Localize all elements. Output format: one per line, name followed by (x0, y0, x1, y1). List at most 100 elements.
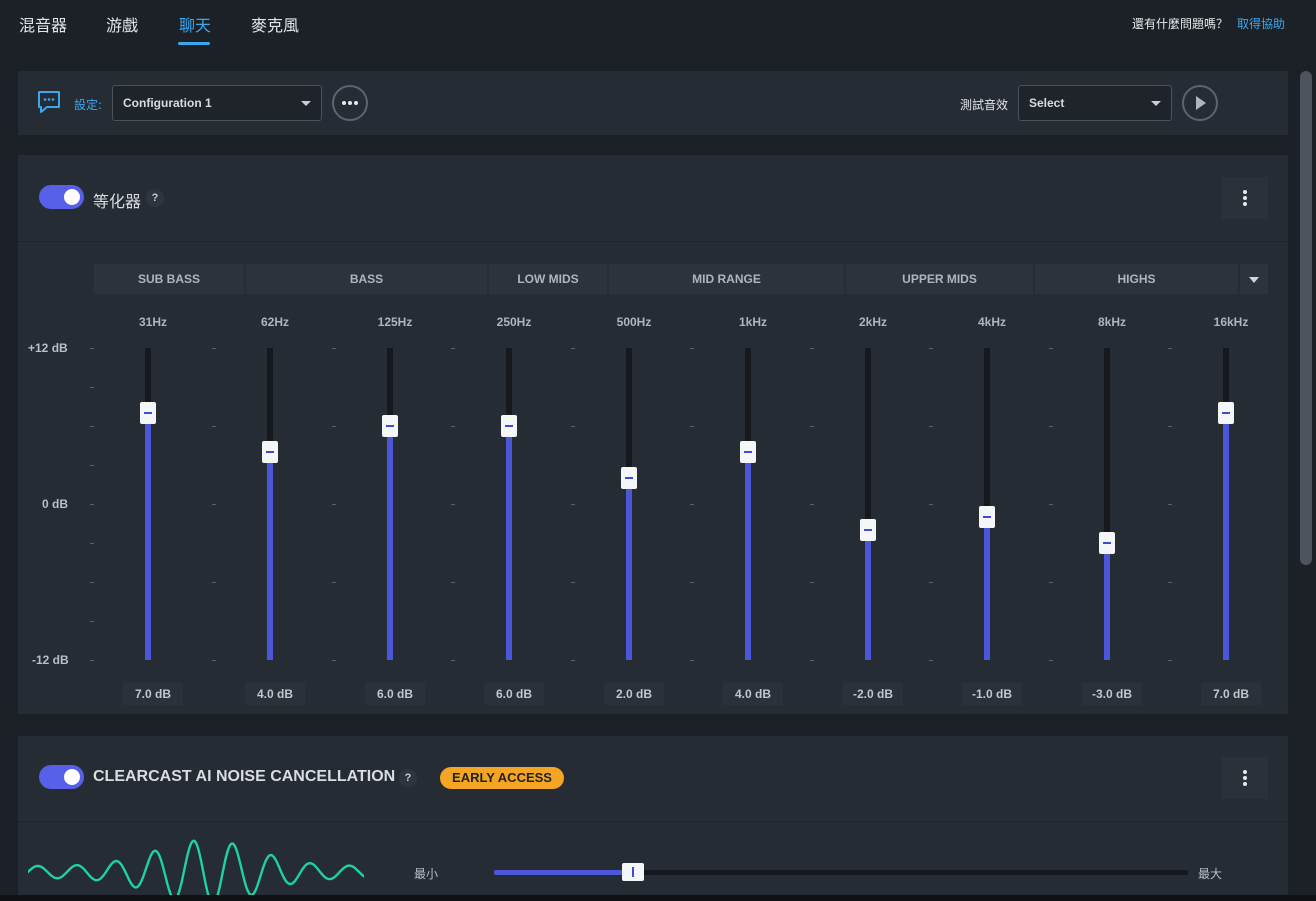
configuration-select[interactable]: Configuration 1 (112, 85, 322, 121)
waveform-icon (28, 839, 364, 897)
eq-slider-handle-16kHz[interactable] (1218, 402, 1234, 424)
eq-scale-tick (451, 426, 455, 427)
eq-scale-tick (212, 660, 216, 661)
play-test-sound-button[interactable] (1182, 85, 1218, 121)
top-nav: 混音器 游戲 聊天 麥克風 還有什麼問題嗎？ 取得協助 (0, 0, 1316, 60)
eq-scale-tick (1049, 504, 1053, 505)
help-question-text: 還有什麼問題嗎？ (1131, 17, 1228, 31)
tab-chat[interactable]: 聊天 (179, 12, 211, 36)
eq-slider-fill (506, 426, 512, 660)
eq-slider-handle-62Hz[interactable] (262, 441, 278, 463)
equalizer-title: 等化器 (93, 192, 142, 211)
get-help-link[interactable]: 取得協助 (1237, 15, 1285, 32)
eq-scale-tick (929, 582, 933, 583)
eq-slider-handle-8kHz[interactable] (1099, 532, 1115, 554)
axis-label-bottom: -12 dB (32, 653, 69, 667)
tab-microphone[interactable]: 麥克風 (251, 12, 299, 36)
divider (18, 821, 1288, 822)
tab-game[interactable]: 游戲 (106, 12, 138, 36)
eq-gain-value: -3.0 dB (1082, 683, 1142, 705)
eq-slider-fill (1223, 413, 1229, 660)
noise-level-fill (494, 870, 633, 875)
eq-scale-tick (332, 426, 336, 427)
scrollbar[interactable] (1300, 71, 1312, 565)
max-label: 最大 (1198, 867, 1223, 881)
eq-scale-tick (929, 426, 933, 427)
eq-slider-handle-31Hz[interactable] (140, 402, 156, 424)
noise-cancellation-toggle[interactable] (39, 765, 84, 789)
eq-scale-tick (90, 582, 94, 583)
eq-slider-handle-250Hz[interactable] (501, 415, 517, 437)
eq-gain-value: 7.0 dB (1201, 683, 1261, 705)
eq-gain-value: 7.0 dB (123, 683, 183, 705)
eq-scale-tick (810, 504, 814, 505)
tab-mixer[interactable]: 混音器 (19, 12, 67, 36)
eq-frequency-label: 31Hz (138, 315, 167, 329)
equalizer-toggle[interactable] (39, 185, 84, 209)
band-low-mids: LOW MIDS (489, 264, 607, 294)
eq-scale-tick (1168, 348, 1172, 349)
noise-cancellation-menu-button[interactable] (1222, 757, 1268, 799)
eq-scale-tick (90, 660, 94, 661)
active-tab-indicator (178, 42, 210, 45)
eq-scale-tick (212, 426, 216, 427)
axis-label-mid: 0 dB (42, 497, 69, 511)
eq-frequency-label: 8kHz (1097, 315, 1126, 329)
eq-scale-tick (1049, 426, 1053, 427)
eq-gain-value: 4.0 dB (245, 683, 305, 705)
equalizer-panel: 等化器 ? (18, 155, 1288, 714)
test-sound-select[interactable]: Select (1018, 85, 1172, 121)
eq-frequency-label: 2kHz (858, 315, 887, 329)
eq-frequency-label: 500Hz (616, 315, 652, 329)
eq-slider-fill (865, 530, 871, 660)
band-mid-range: MID RANGE (609, 264, 844, 294)
equalizer-help-icon[interactable]: ? (146, 189, 164, 207)
band-dropdown-button[interactable] (1240, 264, 1268, 294)
eq-scale-tick (451, 660, 455, 661)
noise-cancellation-title: CLEARCAST AI NOISE CANCELLATION (93, 768, 396, 785)
eq-scale-tick (1168, 582, 1172, 583)
eq-scale-tick (571, 504, 575, 505)
eq-scale-tick (690, 582, 694, 583)
eq-slider-handle-500Hz[interactable] (621, 467, 637, 489)
eq-slider-fill (145, 413, 151, 660)
eq-scale-tick (810, 660, 814, 661)
eq-scale-tick (212, 504, 216, 505)
noise-cancellation-help-icon[interactable]: ? (399, 769, 417, 787)
eq-scale-tick (1049, 582, 1053, 583)
eq-scale-tick (90, 387, 94, 388)
eq-scale-tick (1168, 660, 1172, 661)
eq-scale-tick (810, 348, 814, 349)
eq-scale-tick (451, 582, 455, 583)
config-label: 設定: (74, 98, 103, 112)
eq-scale-tick (332, 660, 336, 661)
eq-frequency-label: 1kHz (738, 315, 767, 329)
eq-slider-handle-2kHz[interactable] (860, 519, 876, 541)
eq-scale-tick (690, 426, 694, 427)
eq-scale-tick (571, 426, 575, 427)
eq-frequency-label: 125Hz (377, 315, 413, 329)
eq-slider-handle-4kHz[interactable] (979, 506, 995, 528)
eq-scale-tick (90, 543, 94, 544)
eq-gain-value: 6.0 dB (484, 683, 544, 705)
eq-slider-fill (745, 452, 751, 660)
window-bottom-edge (0, 895, 1316, 901)
eq-scale-tick (1168, 504, 1172, 505)
eq-scale-tick (90, 621, 94, 622)
eq-scale-tick (571, 348, 575, 349)
eq-gain-value: 2.0 dB (604, 683, 664, 705)
equalizer-menu-button[interactable] (1222, 177, 1268, 219)
eq-slider-handle-125Hz[interactable] (382, 415, 398, 437)
band-bass: BASS (246, 264, 487, 294)
eq-slider-handle-1kHz[interactable] (740, 441, 756, 463)
eq-scale-tick (1049, 660, 1053, 661)
config-more-button[interactable] (332, 85, 368, 121)
chevron-down-icon (1151, 101, 1161, 106)
eq-gain-value: 6.0 dB (365, 683, 425, 705)
eq-gain-value: 4.0 dB (723, 683, 783, 705)
eq-gain-value: -2.0 dB (843, 683, 903, 705)
eq-scale-tick (332, 582, 336, 583)
eq-scale-tick (451, 348, 455, 349)
noise-level-slider-handle[interactable] (621, 863, 644, 881)
eq-frequency-label: 250Hz (496, 315, 532, 329)
